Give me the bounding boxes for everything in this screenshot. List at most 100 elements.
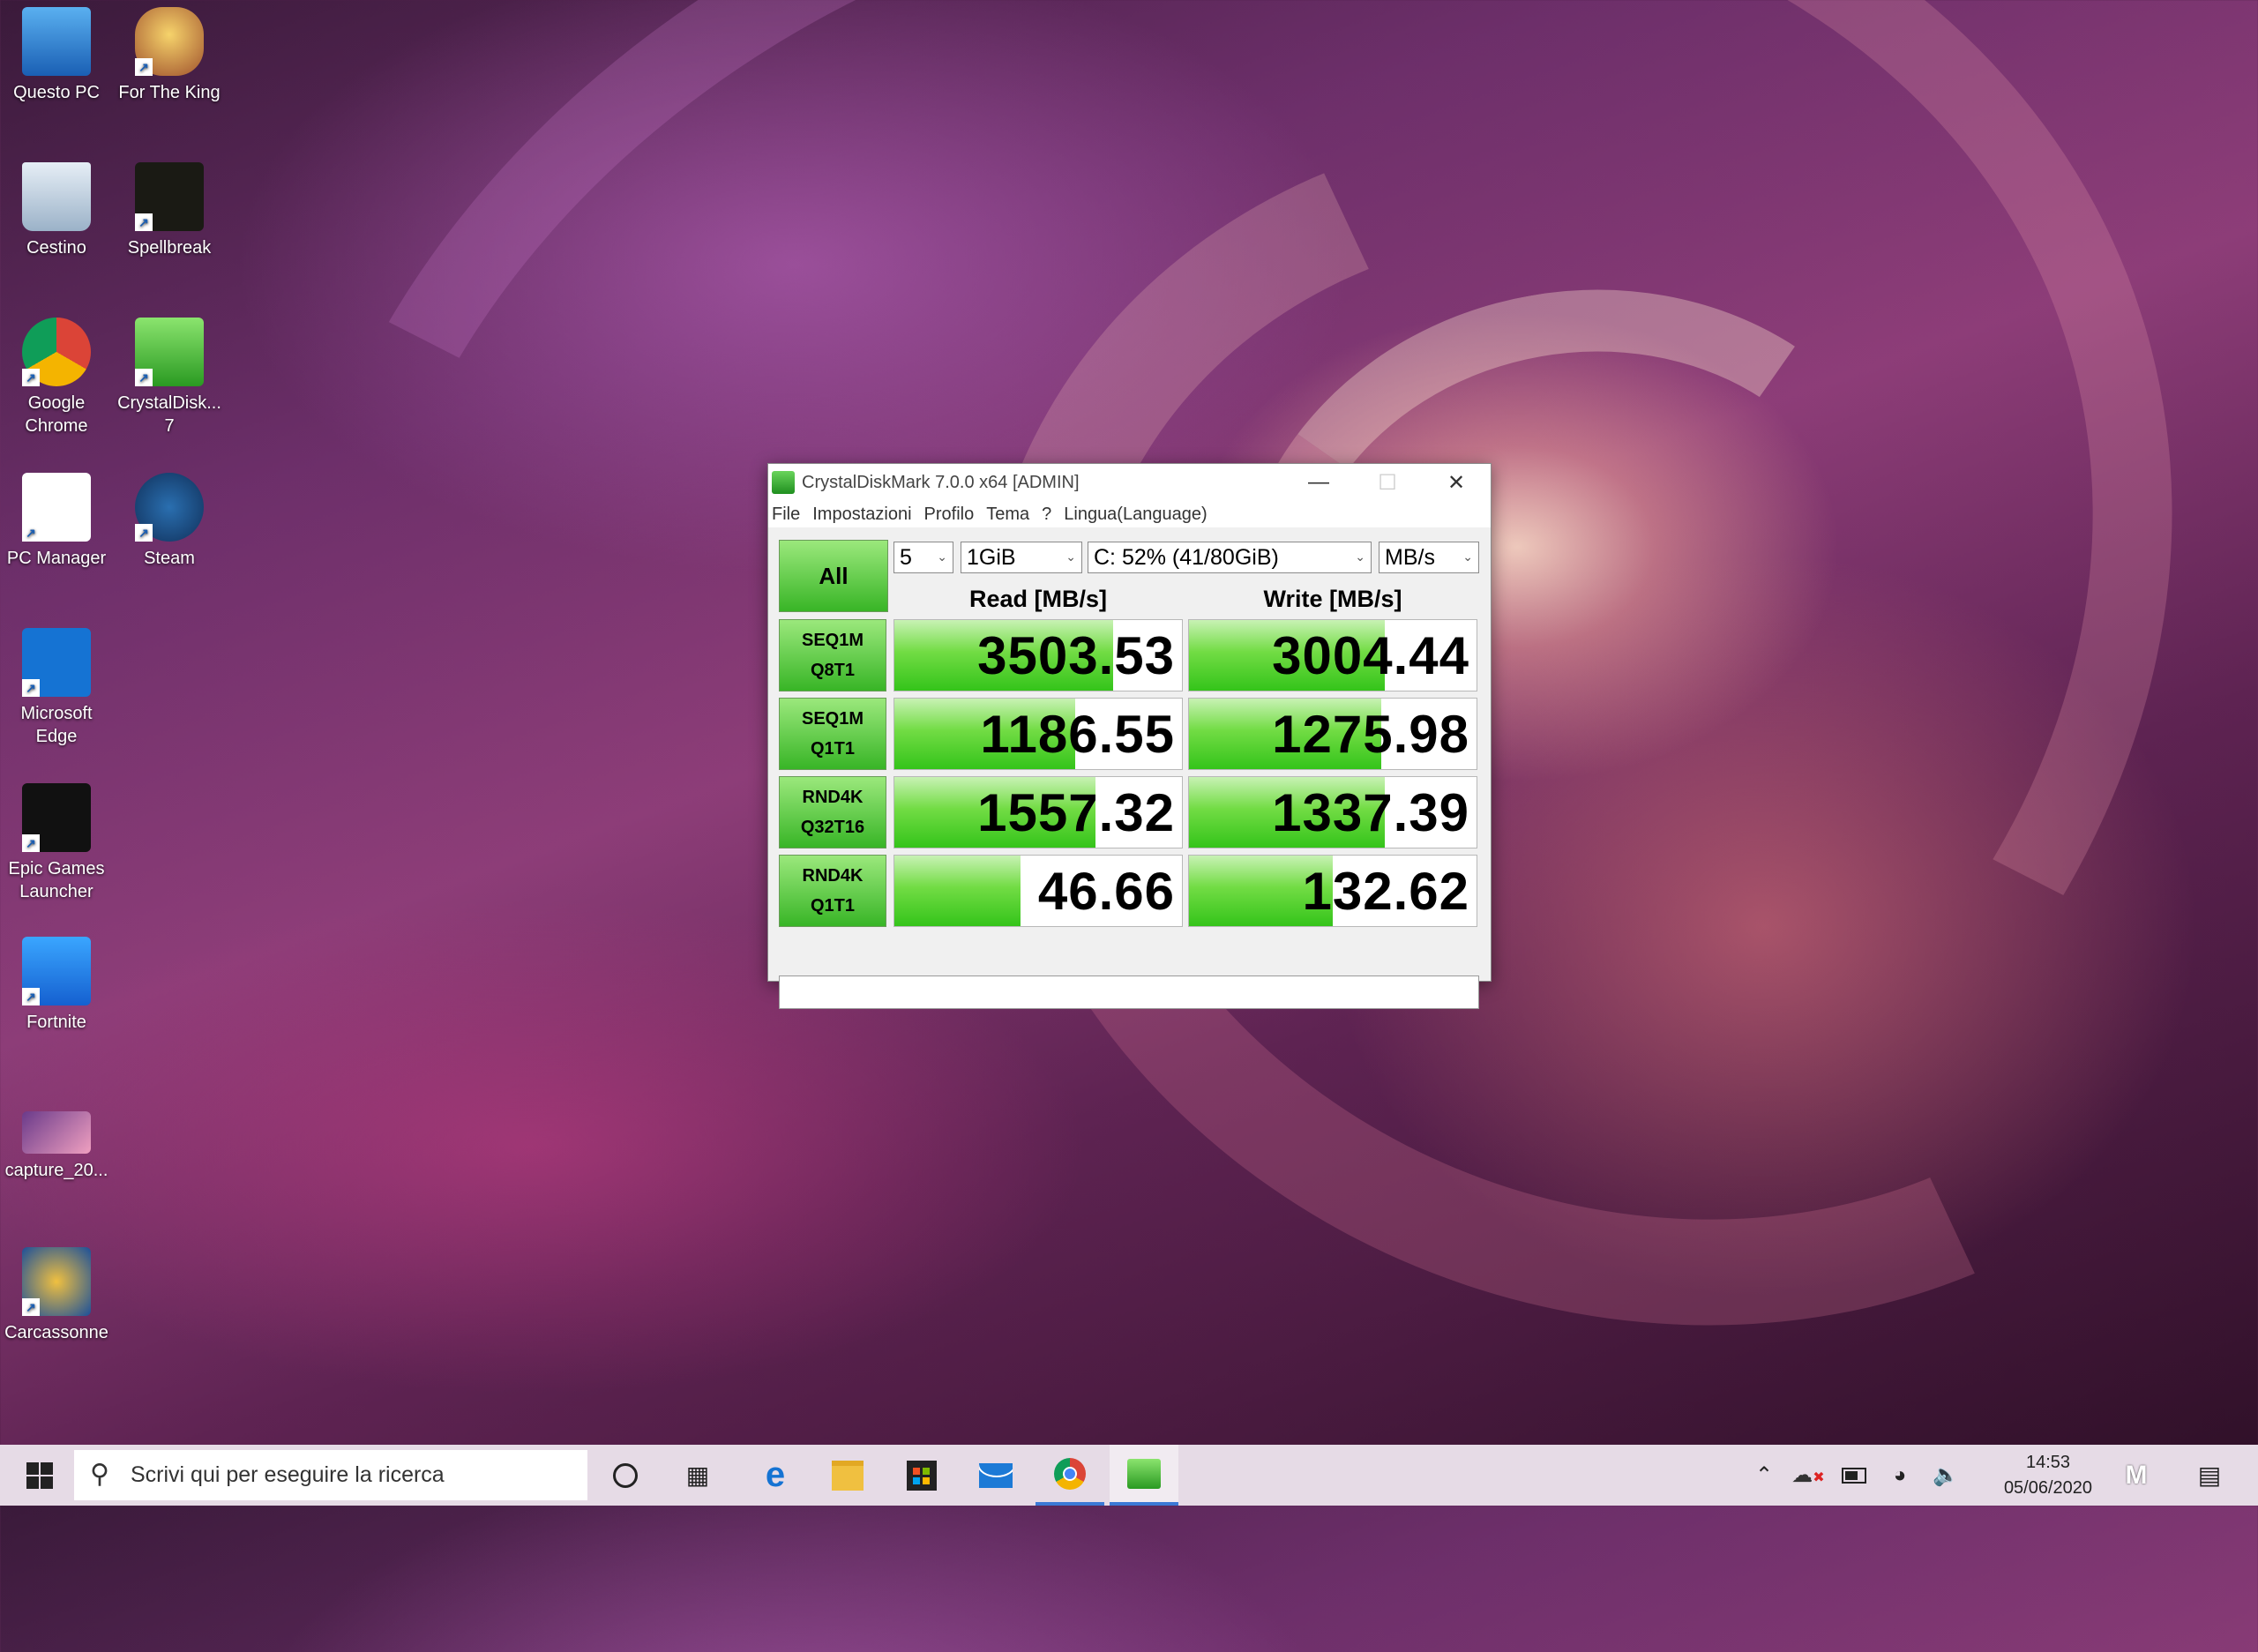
maximize-button[interactable]: ☐ xyxy=(1353,464,1422,501)
taskbar: ⚲ Scrivi qui per eseguire la ricerca ▦ e… xyxy=(0,1445,2258,1506)
tray-battery[interactable] xyxy=(1833,1445,1875,1506)
test-queue: Q1T1 xyxy=(810,896,856,916)
taskbar-mail[interactable] xyxy=(961,1445,1030,1506)
read-value: 1557.32 xyxy=(977,782,1175,842)
desktop-icon[interactable]: ↗ Epic Games Launcher xyxy=(4,783,109,903)
clock-time: 14:53 xyxy=(2025,1453,2071,1472)
task-view-button[interactable]: ▦ xyxy=(663,1445,732,1506)
unit-value: MB/s xyxy=(1385,544,1435,570)
write-result: 1275.98 xyxy=(1188,698,1477,770)
read-result: 1186.55 xyxy=(893,698,1183,770)
read-result: 46.66 xyxy=(893,855,1183,927)
taskbar-store[interactable] xyxy=(887,1445,956,1506)
desktop-icon[interactable]: ↗ Steam xyxy=(116,473,222,570)
image-file-icon xyxy=(22,1111,91,1154)
tray-pc-manager[interactable]: M xyxy=(2110,1445,2163,1506)
title-bar[interactable]: CrystalDiskMark 7.0.0 x64 [ADMIN] — ☐ ✕ xyxy=(768,464,1491,501)
cloud-error-icon: ☁✖ xyxy=(1791,1463,1825,1487)
epic-games-icon: ↗ xyxy=(22,783,91,852)
shortcut-arrow-icon: ↗ xyxy=(135,58,153,76)
speaker-icon: 🔈 xyxy=(1933,1463,1959,1487)
size-value: 1GiB xyxy=(967,544,1016,570)
pc-manager-icon: M xyxy=(2125,1460,2148,1490)
recycle-bin-icon xyxy=(22,162,91,231)
desktop-icon[interactable]: Questo PC xyxy=(4,7,109,104)
shortcut-arrow-icon: ↗ xyxy=(22,679,40,697)
read-bar xyxy=(894,856,1021,926)
clock[interactable]: 14:53 05/06/2020 xyxy=(1995,1450,2101,1501)
desktop-icon[interactable]: ↗ For The King xyxy=(116,7,222,104)
tray-volume[interactable]: 🔈 xyxy=(1925,1445,1967,1506)
all-button[interactable]: All xyxy=(779,540,888,612)
start-button[interactable] xyxy=(5,1445,74,1506)
read-value: 1186.55 xyxy=(980,704,1175,764)
minimize-button[interactable]: — xyxy=(1284,464,1353,501)
unit-select[interactable]: MB/s ⌄ xyxy=(1379,542,1479,573)
mail-icon xyxy=(979,1462,1013,1488)
taskbar-chrome[interactable] xyxy=(1036,1445,1104,1506)
menu-impostazioni[interactable]: Impostazioni xyxy=(812,505,911,525)
read-result: 3503.53 xyxy=(893,619,1183,691)
shortcut-arrow-icon: ↗ xyxy=(135,369,153,386)
crystaldisk-icon: ↗ xyxy=(135,318,204,386)
cortana-button[interactable] xyxy=(591,1445,660,1506)
shortcut-arrow-icon: ↗ xyxy=(135,524,153,542)
count-select[interactable]: 5 ⌄ xyxy=(893,542,953,573)
action-center-button[interactable]: ▤ xyxy=(2179,1445,2240,1506)
count-value: 5 xyxy=(900,544,912,570)
desktop-icon[interactable]: capture_20... xyxy=(4,1094,109,1182)
close-button[interactable]: ✕ xyxy=(1422,464,1491,501)
write-value: 132.62 xyxy=(1302,861,1469,921)
crystaldiskmark-window: CrystalDiskMark 7.0.0 x64 [ADMIN] — ☐ ✕ … xyxy=(767,463,1492,1009)
chevron-up-icon: ⌃ xyxy=(1754,1463,1774,1487)
taskbar-crystaldiskmark[interactable] xyxy=(1110,1445,1178,1506)
taskbar-edge[interactable]: e xyxy=(741,1445,810,1506)
test-button[interactable]: SEQ1M Q1T1 xyxy=(779,698,886,770)
write-result: 3004.44 xyxy=(1188,619,1477,691)
drive-select[interactable]: C: 52% (41/80GiB) ⌄ xyxy=(1088,542,1372,573)
chevron-down-icon: ⌄ xyxy=(1065,549,1076,564)
taskbar-file-explorer[interactable] xyxy=(813,1445,882,1506)
desktop-icon[interactable]: Cestino xyxy=(4,162,109,259)
desktop-icon[interactable]: ↗ Carcassonne xyxy=(4,1247,109,1344)
desktop-icon[interactable]: ↗ PC Manager xyxy=(4,473,109,570)
desktop-icon-label: capture_20... xyxy=(4,1161,108,1180)
write-value: 1337.39 xyxy=(1272,782,1469,842)
test-button[interactable]: RND4K Q1T1 xyxy=(779,855,886,927)
shortcut-arrow-icon: ↗ xyxy=(22,1298,40,1316)
menu-language[interactable]: Lingua(Language) xyxy=(1064,505,1207,525)
chrome-icon: ↗ xyxy=(22,318,91,386)
desktop-icon[interactable]: ↗ Google Chrome xyxy=(4,318,109,437)
desktop-icon-label: Questo PC xyxy=(13,83,100,102)
desktop-icon[interactable]: ↗ CrystalDisk... 7 xyxy=(116,318,222,437)
test-button[interactable]: SEQ1M Q8T1 xyxy=(779,619,886,691)
test-name: RND4K xyxy=(802,866,864,886)
desktop-icon-label: Steam xyxy=(144,549,195,568)
menu-tema[interactable]: Tema xyxy=(986,505,1029,525)
desktop-icon[interactable]: ↗ Fortnite xyxy=(4,937,109,1034)
menu-file[interactable]: File xyxy=(772,505,800,525)
desktop-icon-label: Microsoft Edge xyxy=(20,704,93,746)
tray-onedrive-error[interactable]: ☁✖ xyxy=(1787,1445,1829,1506)
write-value: 1275.98 xyxy=(1272,704,1469,764)
menu-help[interactable]: ? xyxy=(1042,505,1051,525)
desktop-icon[interactable]: ↗ Spellbreak xyxy=(116,162,222,259)
desktop-icon-label: Google Chrome xyxy=(25,393,88,436)
pc-manager-icon: ↗ xyxy=(22,473,91,542)
tray-wifi[interactable]: ◕ xyxy=(1879,1445,1921,1506)
folder-icon xyxy=(832,1460,864,1491)
shortcut-arrow-icon: ↗ xyxy=(22,834,40,852)
edge-icon: e xyxy=(765,1455,786,1494)
search-box[interactable]: ⚲ Scrivi qui per eseguire la ricerca xyxy=(74,1450,587,1500)
test-queue: Q8T1 xyxy=(810,661,856,680)
shortcut-arrow-icon: ↗ xyxy=(22,988,40,1005)
size-select[interactable]: 1GiB ⌄ xyxy=(961,542,1082,573)
tray-overflow-button[interactable]: ⌃ xyxy=(1743,1445,1785,1506)
menu-profilo[interactable]: Profilo xyxy=(924,505,975,525)
desktop-icon[interactable]: ↗ Microsoft Edge xyxy=(4,628,109,748)
steam-icon: ↗ xyxy=(135,473,204,542)
test-button[interactable]: RND4K Q32T16 xyxy=(779,776,886,848)
fortnite-icon: ↗ xyxy=(22,937,91,1005)
edge-icon: ↗ xyxy=(22,628,91,697)
read-header: Read [MB/s] xyxy=(968,586,1107,612)
